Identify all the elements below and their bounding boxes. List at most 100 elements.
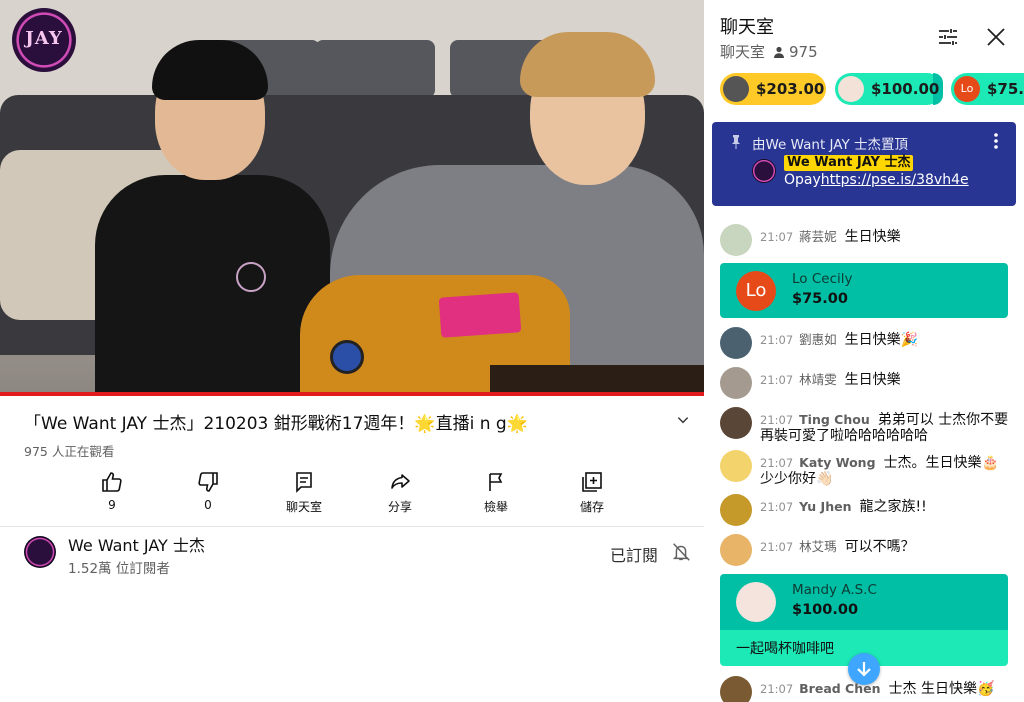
ticker-item[interactable]: $100.00 [835, 73, 943, 105]
live-chat-panel: 聊天室 聊天室975 $203.00 $100.00 Lo $75.0 由 [704, 0, 1024, 702]
guitar-neck [490, 365, 704, 395]
ticker-avatar [838, 76, 864, 102]
message-text: 生日快樂 [844, 372, 901, 388]
message-text: 生日快樂 [844, 229, 901, 245]
logo-text: JAY [25, 28, 63, 49]
chat-message-list[interactable]: 由We Want JAY 士杰置頂 We Want JAY 士杰 Opayhtt… [704, 112, 1024, 702]
pinned-text-prefix: Opay [784, 172, 821, 188]
thumbs-down-icon [198, 472, 218, 492]
super-chat-avatar: Lo [736, 271, 776, 311]
message-author[interactable]: Yu Jhen [799, 499, 851, 514]
message-time: 21:07 [760, 230, 794, 244]
message-author[interactable]: 林艾瑪 [799, 539, 837, 554]
tune-icon[interactable] [936, 25, 960, 49]
pinned-link[interactable]: https://pse.is/38vh4e [821, 172, 969, 188]
message-author[interactable]: 蔣芸妮 [799, 229, 837, 244]
message-line: 21:07 Ting Chou 弟弟可以 士杰你不要再裝可愛了啦哈哈哈哈哈哈 [760, 412, 1010, 444]
message-line: 21:07 林艾瑪 可以不嗎？ [760, 539, 1010, 555]
channel-avatar[interactable] [24, 536, 56, 568]
playlist-add-icon [582, 472, 602, 492]
super-chat-ticker: $203.00 $100.00 Lo $75.0 [720, 73, 1024, 107]
super-chat[interactable]: Lo Lo Cecily $75.00 [720, 263, 1008, 318]
pinned-message[interactable]: 由We Want JAY 士杰置頂 We Want JAY 士杰 Opayhtt… [712, 122, 1016, 206]
close-icon[interactable] [984, 25, 1008, 49]
message-line: 21:07 蔣芸妮 生日快樂 [760, 229, 1010, 245]
report-button[interactable]: 檢舉 [448, 468, 544, 516]
message-text: 弟弟可以 士杰你不要再裝可愛了啦哈哈哈哈哈哈 [760, 412, 1009, 444]
pinned-text: Opayhttps://pse.is/38vh4e [784, 172, 969, 188]
message-line: 21:07 Yu Jhen 龍之家族!! [760, 499, 1010, 515]
super-chat-avatar [736, 582, 776, 622]
app-root: JAY 「We Want JAY 士杰」210203 鉗形戰術17週年！🌟直播i… [0, 0, 1024, 702]
message-time: 21:07 [760, 682, 794, 696]
author-avatar [720, 224, 752, 256]
ticker-amount: $203.00 [756, 80, 825, 98]
chat-viewer-count: 975 [789, 43, 818, 61]
chat-toggle-button[interactable]: 聊天室 [256, 468, 352, 516]
author-avatar [720, 367, 752, 399]
pinned-by-text: 由We Want JAY 士杰置頂 [752, 137, 909, 153]
message-text: 生日快樂🎉 [844, 332, 919, 348]
viewer-count-text: 975 人正在觀看 [24, 444, 115, 459]
channel-watermark-logo: JAY [12, 8, 76, 72]
subscriber-count: 1.52萬 位訂閱者 [68, 561, 170, 577]
chat-title: 聊天室 [720, 17, 774, 38]
author-avatar [720, 676, 752, 702]
message-text: 士杰。生日快樂🎂 少少你好👋🏻 [760, 455, 999, 487]
message-text: 龍之家族!! [859, 499, 927, 515]
message-time: 21:07 [760, 413, 794, 427]
video-frame-cushion [315, 40, 435, 98]
author-avatar [720, 450, 752, 482]
ticker-amount: $100.00 [871, 80, 940, 98]
chat-toggle-label: 聊天室 [285, 500, 322, 514]
message-author[interactable]: Ting Chou [799, 412, 870, 427]
author-avatar [720, 494, 752, 526]
scroll-to-bottom-button[interactable] [848, 653, 880, 685]
message-time: 21:07 [760, 333, 794, 347]
chat-mode-selector[interactable]: 聊天室 975 [720, 41, 818, 62]
message-author[interactable]: Katy Wong [799, 455, 875, 470]
ticker-amount: $75.0 [987, 80, 1024, 98]
thumbs-up-icon [102, 472, 122, 492]
message-line: 21:07 Bread Chen 士杰 生日快樂🥳 [760, 681, 1010, 697]
super-chat-author[interactable]: Mandy A.S.C [792, 582, 877, 598]
action-bar: 9 0 聊天室 分享 檢舉 儲存 [64, 468, 654, 518]
video-frame-person-right-hair [520, 32, 655, 97]
video-title-row[interactable]: 「We Want JAY 士杰」210203 鉗形戰術17週年！🌟直播i n g… [24, 409, 694, 437]
flag-icon [489, 473, 503, 491]
more-vert-icon[interactable] [990, 132, 1002, 150]
message-line: 21:07 林靖雯 生日快樂 [760, 372, 1010, 388]
video-player[interactable]: JAY [0, 0, 704, 396]
super-chat[interactable]: Mandy A.S.C $100.00 一起喝杯咖啡吧 [720, 574, 1008, 666]
video-frame-person-left [95, 175, 330, 396]
share-button[interactable]: 分享 [352, 468, 448, 516]
guitar-soundhole [330, 340, 364, 374]
message-time: 21:07 [760, 373, 794, 387]
subscribed-button[interactable]: 已訂閱 [610, 542, 658, 566]
like-button[interactable]: 9 [64, 468, 160, 516]
ticker-item[interactable]: $203.00 [720, 73, 826, 105]
super-chat-author[interactable]: Lo Cecily [792, 271, 852, 287]
bell-off-icon[interactable] [670, 541, 692, 563]
message-author[interactable]: 林靖雯 [799, 372, 837, 387]
message-text: 可以不嗎？ [844, 539, 915, 555]
channel-name[interactable]: We Want JAY 士杰 [68, 532, 205, 556]
author-avatar [720, 407, 752, 439]
video-progress-bar[interactable] [0, 392, 704, 396]
message-time: 21:07 [760, 500, 794, 514]
message-line: 21:07 劉惠如 生日快樂🎉 [760, 332, 1010, 348]
share-label: 分享 [387, 500, 412, 514]
save-button[interactable]: 儲存 [544, 468, 640, 516]
message-line: 21:07 Katy Wong 士杰。生日快樂🎂 少少你好👋🏻 [760, 455, 1010, 487]
message-author[interactable]: 劉惠如 [799, 332, 837, 347]
chat-icon [296, 472, 312, 493]
chevron-down-icon[interactable] [676, 413, 690, 427]
ticker-avatar [723, 76, 749, 102]
pin-icon [732, 135, 740, 149]
pinned-author-badge: We Want JAY 士杰 [784, 155, 914, 171]
ticker-avatar: Lo [954, 76, 980, 102]
dislike-button[interactable]: 0 [160, 468, 256, 516]
message-time: 21:07 [760, 540, 794, 554]
ticker-item[interactable]: Lo $75.0 [951, 73, 1024, 105]
like-count: 9 [108, 498, 116, 512]
